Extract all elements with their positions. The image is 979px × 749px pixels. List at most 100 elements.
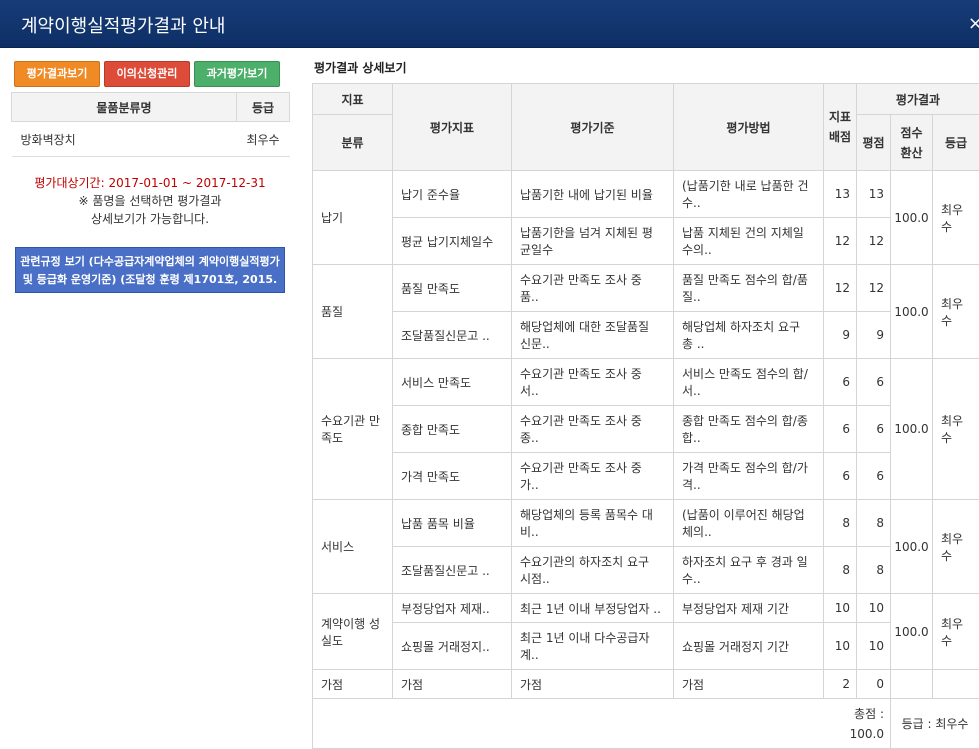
- criteria-line: 수요기관 만족도 조사 중: [520, 365, 665, 382]
- allot-cell: 10: [824, 623, 857, 670]
- criteria-line: 가..: [520, 476, 665, 493]
- allot-cell: 12: [824, 218, 857, 265]
- table-row: 평균 납기지체일수 납품기한을 넘겨 지체된 평균일수 납품 지체된 건의 지체…: [313, 218, 979, 265]
- method-cell: (납품기한 내로 납품한 건수..: [674, 171, 824, 218]
- grade-cell: 최우수: [933, 594, 979, 670]
- allot-cell: 2: [824, 670, 857, 699]
- allot-cell: 6: [824, 406, 857, 453]
- indicator-cell: 납기 준수율: [393, 171, 512, 218]
- regulation-button[interactable]: 관련규정 보기 (다수공급자계약업체의 계약이행실적평가 및 등급화 운영기준)…: [15, 247, 285, 293]
- method-cell: 가격 만족도 점수의 합/가격..: [674, 453, 824, 500]
- method-line: (납품이 이루어진 해당업: [682, 506, 815, 523]
- grade-cell: 최우수: [933, 359, 979, 500]
- score-cell: 8: [857, 500, 891, 547]
- criteria-cell: 최근 1년 이내 다수공급자계..: [512, 623, 674, 670]
- evaluation-period: 평가대상기간: 2017-01-01 ~ 2017-12-31: [0, 174, 300, 191]
- criteria-cell: 수요기관 만족도 조사 중서..: [512, 359, 674, 406]
- method-cell: 가점: [674, 670, 824, 699]
- converted-cell: 100.0: [891, 359, 933, 500]
- table-row: 계약이행 성실도 부정당업자 제재.. 최근 1년 이내 부정당업자 .. 부정…: [313, 594, 979, 623]
- method-cell: 해당업체 하자조치 요구총 ..: [674, 312, 824, 359]
- detail-table: 지표 평가지표 평가기준 평가방법 지표 배점 평가결과 분류 평점 점수 환산…: [312, 83, 979, 749]
- method-line: 격..: [682, 476, 815, 493]
- criteria-cell: 수요기관 만족도 조사 중가..: [512, 453, 674, 500]
- table-row: 수요기관 만족도 서비스 만족도 수요기관 만족도 조사 중서.. 서비스 만족…: [313, 359, 979, 406]
- criteria-cell: 해당업체에 대한 조달품질신문..: [512, 312, 674, 359]
- table-row[interactable]: 방화벽장치 최우수: [12, 122, 290, 157]
- table-row: 품질 품질 만족도 수요기관 만족도 조사 중품.. 품질 만족도 점수의 합/…: [313, 265, 979, 312]
- indicator-cell: 부정당업자 제재..: [393, 594, 512, 623]
- score-cell: 12: [857, 218, 891, 265]
- table-row: 서비스 납품 품목 비율 해당업체의 등록 품목수 대비.. (납품이 이루어진…: [313, 500, 979, 547]
- criteria-cell: 수요기관의 하자조치 요구시점..: [512, 547, 674, 594]
- method-cell: (납품이 이루어진 해당업체의..: [674, 500, 824, 547]
- method-line: 서비스 만족도 점수의 합/: [682, 365, 815, 382]
- score-cell: 13: [857, 171, 891, 218]
- method-cell: 부정당업자 제재 기간: [674, 594, 824, 623]
- grade-line: 최우: [941, 295, 971, 312]
- objection-manage-button[interactable]: 이의신청관리: [104, 61, 190, 87]
- criteria-line: 서..: [520, 382, 665, 399]
- allot-cell: 8: [824, 547, 857, 594]
- grade-cell: 최우수: [933, 500, 979, 594]
- indicator-cell: 납품 품목 비율: [393, 500, 512, 547]
- criteria-line: 수요기관의 하자조치 요구: [520, 553, 665, 570]
- criteria-line: 균일수: [520, 241, 665, 258]
- method-line: 총 ..: [682, 335, 815, 352]
- category-table: 물품분류명 등급 방화벽장치 최우수: [11, 92, 290, 157]
- category-cell: 서비스: [313, 500, 393, 594]
- score-cell: 8: [857, 547, 891, 594]
- criteria-line: 수요기관 만족도 조사 중: [520, 459, 665, 476]
- grade-line: 수: [941, 218, 971, 235]
- score-cell: 10: [857, 623, 891, 670]
- criteria-line: 최근 1년 이내 부정당업자 ..: [520, 600, 665, 617]
- criteria-line: 납품기한 내에 납기된 비율: [520, 186, 665, 203]
- criteria-line: 비..: [520, 523, 665, 540]
- table-row: 조달품질신문고 .. 해당업체에 대한 조달품질신문.. 해당업체 하자조치 요…: [313, 312, 979, 359]
- method-line: 질..: [682, 288, 815, 305]
- table-row: 조달품질신문고 .. 수요기관의 하자조치 요구시점.. 하자조치 요구 후 경…: [313, 547, 979, 594]
- regulation-line: 관련규정 보기 (다수공급자계약업체의 계약이행실적평가: [16, 253, 284, 271]
- category-grade: 최우수: [237, 122, 290, 157]
- category-cell: 가점: [313, 670, 393, 699]
- method-cell: 서비스 만족도 점수의 합/서..: [674, 359, 824, 406]
- criteria-cell: 수요기관 만족도 조사 중종..: [512, 406, 674, 453]
- criteria-line: 최근 1년 이내 다수공급자: [520, 629, 665, 646]
- allot-cell: 6: [824, 359, 857, 406]
- method-line: 수..: [682, 570, 815, 587]
- indicator-cell: 조달품질신문고 ..: [393, 547, 512, 594]
- criteria-line: 납품기한을 넘겨 지체된 평: [520, 224, 665, 241]
- past-evaluation-button[interactable]: 과거평가보기: [194, 61, 280, 87]
- category-name[interactable]: 방화벽장치: [12, 122, 237, 157]
- score-cell: 12: [857, 265, 891, 312]
- column-header: 물품분류명: [12, 93, 237, 122]
- method-line: 하자조치 요구 후 경과 일: [682, 553, 815, 570]
- allot-cell: 9: [824, 312, 857, 359]
- score-cell: 6: [857, 453, 891, 500]
- window-header: 계약이행실적평가결과 안내 ×: [0, 0, 979, 48]
- category-cell: 수요기관 만족도: [313, 359, 393, 500]
- grade-line: 최우: [941, 530, 971, 547]
- view-result-button[interactable]: 평가결과보기: [14, 61, 100, 87]
- method-cell: 납품 지체된 건의 지체일수의..: [674, 218, 824, 265]
- criteria-line: 시점..: [520, 570, 665, 587]
- allot-header-line: 지표: [829, 110, 851, 124]
- method-line: 납품 지체된 건의 지체일: [682, 224, 815, 241]
- allot-cell: 6: [824, 453, 857, 500]
- period-note: 상세보기가 가능합니다.: [0, 210, 300, 227]
- total-grade: 등급 : 최우수: [891, 699, 979, 749]
- method-line: 합..: [682, 429, 815, 446]
- close-icon[interactable]: ×: [968, 13, 979, 34]
- criteria-line: 신문..: [520, 335, 665, 352]
- method-cell: 쇼핑몰 거래정지 기간: [674, 623, 824, 670]
- method-line: 서..: [682, 382, 815, 399]
- total-spacer: [313, 699, 824, 749]
- total-label: 총점 :: [854, 707, 884, 721]
- criteria-cell: 납품기한을 넘겨 지체된 평균일수: [512, 218, 674, 265]
- section-title: 평가결과 상세보기: [314, 59, 407, 76]
- converted-cell: 100.0: [891, 171, 933, 265]
- indicator-cell: 종합 만족도: [393, 406, 512, 453]
- eval-indicator-header: 평가지표: [393, 84, 512, 171]
- method-line: 수..: [682, 194, 815, 211]
- criteria-line: 계..: [520, 646, 665, 663]
